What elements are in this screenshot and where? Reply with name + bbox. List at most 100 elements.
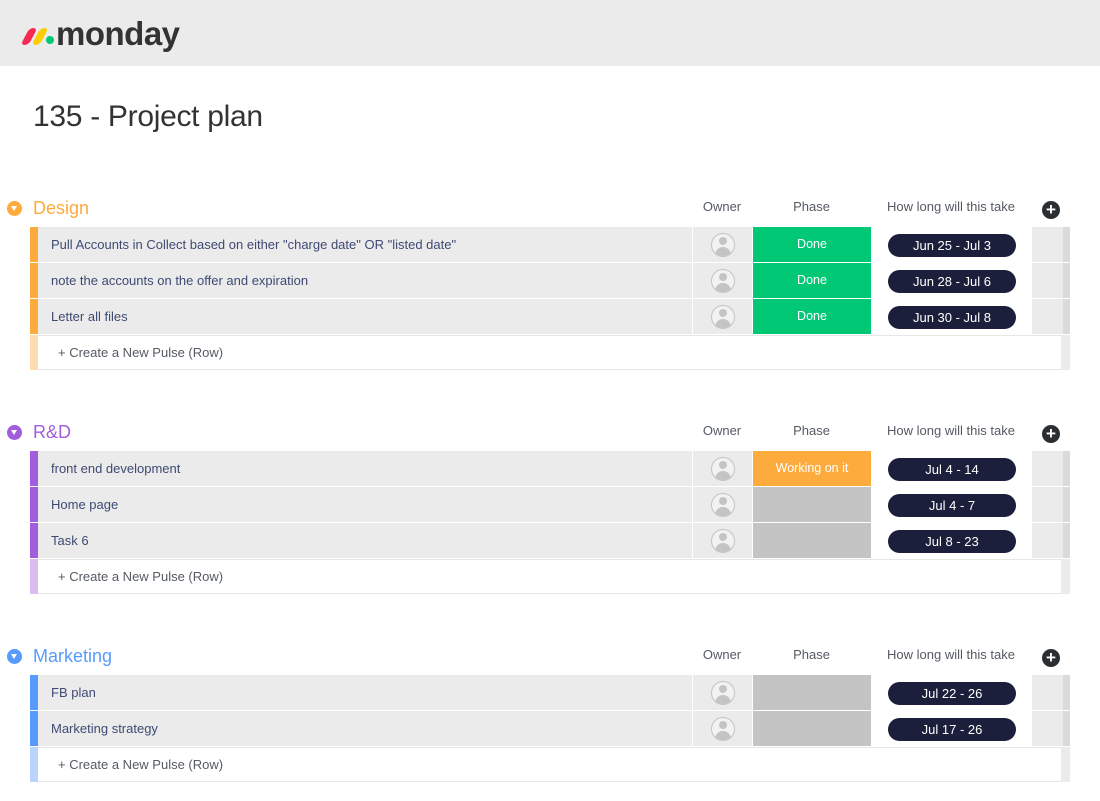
row-end-cell xyxy=(1031,451,1070,486)
column-header-phase[interactable]: Phase xyxy=(752,198,871,216)
chevron-down-icon[interactable] xyxy=(7,649,22,664)
row-end-cell xyxy=(1031,523,1070,558)
table-row[interactable]: front end development Working on it Jul 4 … xyxy=(30,451,1070,486)
logo-mark-3 xyxy=(46,36,54,44)
group-name[interactable]: R&D xyxy=(33,420,71,444)
table-row[interactable]: Pull Accounts in Collect based on either… xyxy=(30,227,1070,262)
row-color-strip xyxy=(30,747,38,782)
create-new-pulse-label[interactable]: + Create a New Pulse (Row) xyxy=(58,560,223,594)
owner-cell[interactable] xyxy=(692,711,752,746)
table-row[interactable]: Letter all files Done Jun 30 - Jul 8 xyxy=(30,299,1070,334)
owner-cell[interactable] xyxy=(692,451,752,486)
timeline-cell[interactable]: Jul 17 - 26 xyxy=(871,711,1031,746)
phase-status-cell[interactable] xyxy=(752,711,871,746)
monday-logo[interactable]: monday xyxy=(20,14,180,54)
chevron-down-icon[interactable] xyxy=(7,425,22,440)
chevron-down-icon[interactable] xyxy=(7,201,22,216)
board-title[interactable]: 135 - Project plan xyxy=(33,100,263,134)
column-header-owner[interactable]: Owner xyxy=(692,198,752,216)
table-row[interactable]: Marketing strategy Jul 17 - 26 xyxy=(30,711,1070,746)
row-color-strip xyxy=(30,487,38,522)
table-row[interactable]: note the accounts on the offer and expir… xyxy=(30,263,1070,298)
phase-status-cell[interactable]: Done xyxy=(752,299,871,334)
column-header-owner[interactable]: Owner xyxy=(692,422,752,440)
phase-status-cell[interactable]: Working on it xyxy=(752,451,871,486)
create-new-pulse-row[interactable]: + Create a New Pulse (Row) xyxy=(30,559,1070,594)
pulse-name[interactable]: Task 6 xyxy=(51,523,89,558)
phase-status-cell[interactable] xyxy=(752,523,871,558)
pulse-name[interactable]: Marketing strategy xyxy=(51,711,158,746)
timeline-pill[interactable]: Jun 30 - Jul 8 xyxy=(888,306,1016,329)
pulse-name[interactable]: Letter all files xyxy=(51,299,128,334)
timeline-pill[interactable]: Jun 28 - Jul 6 xyxy=(888,270,1016,293)
pulse-name[interactable]: Pull Accounts in Collect based on either… xyxy=(51,227,456,262)
phase-status-cell[interactable]: Done xyxy=(752,263,871,298)
owner-cell[interactable] xyxy=(692,523,752,558)
table-row[interactable]: Home page Jul 4 - 7 xyxy=(30,487,1070,522)
row-end-cell xyxy=(1031,263,1070,298)
row-color-strip xyxy=(30,451,38,486)
column-header-timeline[interactable]: How long will this take xyxy=(871,422,1031,440)
owner-cell[interactable] xyxy=(692,675,752,710)
row-end-cell xyxy=(1031,711,1070,746)
owner-cell[interactable] xyxy=(692,263,752,298)
pulse-name[interactable]: Home page xyxy=(51,487,118,522)
column-header-phase[interactable]: Phase xyxy=(752,646,871,664)
person-avatar-icon[interactable] xyxy=(711,269,735,293)
row-color-strip xyxy=(30,335,38,370)
column-header-timeline[interactable]: How long will this take xyxy=(871,646,1031,664)
person-avatar-icon[interactable] xyxy=(711,717,735,741)
owner-cell[interactable] xyxy=(692,487,752,522)
add-column-plus-icon[interactable]: + xyxy=(1042,649,1060,667)
create-new-pulse-row[interactable]: + Create a New Pulse (Row) xyxy=(30,747,1070,782)
table-row[interactable]: FB plan Jul 22 - 26 xyxy=(30,675,1070,710)
row-color-strip xyxy=(30,227,38,262)
add-column-plus-icon[interactable]: + xyxy=(1042,425,1060,443)
person-avatar-icon[interactable] xyxy=(711,529,735,553)
table-row[interactable]: Task 6 Jul 8 - 23 xyxy=(30,523,1070,558)
pulse-name[interactable]: FB plan xyxy=(51,675,96,710)
create-new-pulse-label[interactable]: + Create a New Pulse (Row) xyxy=(58,336,223,370)
timeline-pill[interactable]: Jul 4 - 7 xyxy=(888,494,1016,517)
add-column-plus-icon[interactable]: + xyxy=(1042,201,1060,219)
row-end-cell xyxy=(1061,559,1070,594)
owner-cell[interactable] xyxy=(692,299,752,334)
create-new-pulse-label[interactable]: + Create a New Pulse (Row) xyxy=(58,748,223,782)
timeline-pill[interactable]: Jul 17 - 26 xyxy=(888,718,1016,741)
group-1: R&D Owner Phase How long will this take + fro… xyxy=(0,418,1100,595)
group-name[interactable]: Design xyxy=(33,196,89,220)
pulse-name[interactable]: note the accounts on the offer and expir… xyxy=(51,263,308,298)
timeline-pill[interactable]: Jun 25 - Jul 3 xyxy=(888,234,1016,257)
timeline-cell[interactable]: Jun 28 - Jul 6 xyxy=(871,263,1031,298)
timeline-pill[interactable]: Jul 22 - 26 xyxy=(888,682,1016,705)
row-color-strip xyxy=(30,559,38,594)
phase-status-cell[interactable] xyxy=(752,487,871,522)
group-name[interactable]: Marketing xyxy=(33,644,112,668)
row-color-strip xyxy=(30,299,38,334)
person-avatar-icon[interactable] xyxy=(711,681,735,705)
create-new-pulse-row[interactable]: + Create a New Pulse (Row) xyxy=(30,335,1070,370)
column-header-timeline[interactable]: How long will this take xyxy=(871,198,1031,216)
owner-cell[interactable] xyxy=(692,227,752,262)
column-header-owner[interactable]: Owner xyxy=(692,646,752,664)
timeline-cell[interactable]: Jun 30 - Jul 8 xyxy=(871,299,1031,334)
timeline-pill[interactable]: Jul 4 - 14 xyxy=(888,458,1016,481)
person-avatar-icon[interactable] xyxy=(711,233,735,257)
timeline-cell[interactable]: Jul 22 - 26 xyxy=(871,675,1031,710)
phase-status-cell[interactable]: Done xyxy=(752,227,871,262)
timeline-cell[interactable]: Jul 8 - 23 xyxy=(871,523,1031,558)
row-end-cell xyxy=(1061,335,1070,370)
logo-text: monday xyxy=(56,15,180,52)
row-end-cell xyxy=(1031,227,1070,262)
column-header-phase[interactable]: Phase xyxy=(752,422,871,440)
pulse-name[interactable]: front end development xyxy=(51,451,180,486)
timeline-cell[interactable]: Jul 4 - 14 xyxy=(871,451,1031,486)
person-avatar-icon[interactable] xyxy=(711,457,735,481)
timeline-cell[interactable]: Jun 25 - Jul 3 xyxy=(871,227,1031,262)
person-avatar-icon[interactable] xyxy=(711,305,735,329)
timeline-cell[interactable]: Jul 4 - 7 xyxy=(871,487,1031,522)
person-avatar-icon[interactable] xyxy=(711,493,735,517)
timeline-pill[interactable]: Jul 8 - 23 xyxy=(888,530,1016,553)
top-bar: monday xyxy=(0,0,1100,66)
phase-status-cell[interactable] xyxy=(752,675,871,710)
